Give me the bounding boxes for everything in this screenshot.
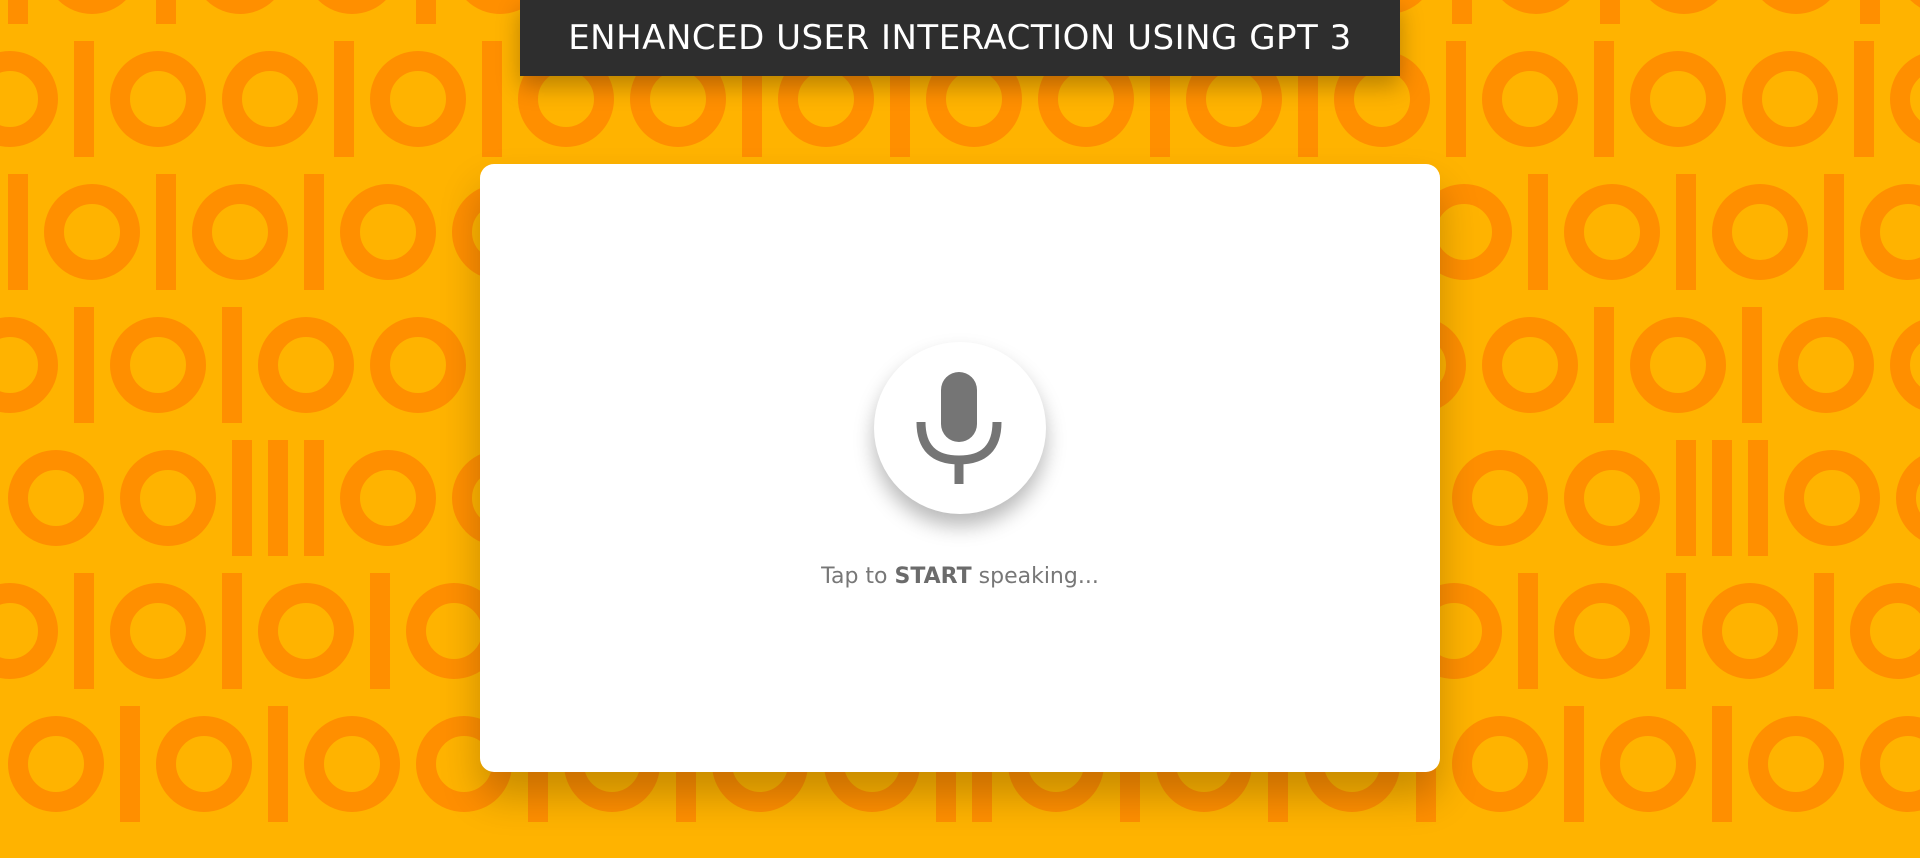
pattern-digit-zero xyxy=(110,583,206,679)
pattern-digit-zero xyxy=(1600,716,1696,812)
pattern-digit-zero xyxy=(120,450,216,546)
pattern-digit-one xyxy=(370,573,390,689)
pattern-digit-zero xyxy=(1452,716,1548,812)
pattern-digit-zero xyxy=(1910,0,1920,8)
pattern-digit-one xyxy=(1600,0,1620,24)
pattern-digit-one xyxy=(1854,41,1874,157)
prompt-suffix: speaking... xyxy=(978,564,1099,589)
pattern-digit-zero xyxy=(1650,0,1718,14)
pattern-digit-zero xyxy=(1564,184,1660,280)
pattern-digit-one xyxy=(334,41,354,157)
pattern-digit-one xyxy=(1860,0,1880,24)
pattern-digit-zero xyxy=(110,317,206,413)
pattern-digit-one xyxy=(1676,174,1696,290)
pattern-digit-zero xyxy=(318,0,386,14)
pattern-digit-zero xyxy=(0,51,58,147)
page-title: ENHANCED USER INTERACTION USING GPT 3 xyxy=(568,18,1352,58)
pattern-digit-zero xyxy=(8,450,104,546)
pattern-digit-one xyxy=(8,174,28,290)
speech-card: Tap to START speaking... xyxy=(480,164,1440,772)
pattern-digit-zero xyxy=(1890,320,1920,410)
pattern-digit-one xyxy=(1748,440,1768,556)
pattern-digit-zero xyxy=(1630,51,1726,147)
pattern-digit-one xyxy=(222,307,242,423)
pattern-digit-one xyxy=(1712,440,1732,556)
pattern-digit-zero xyxy=(110,51,206,147)
pattern-digit-one xyxy=(268,440,288,556)
pattern-digit-zero xyxy=(0,583,58,679)
pattern-digit-one xyxy=(1446,41,1466,157)
pattern-digit-one xyxy=(1594,307,1614,423)
pattern-digit-one xyxy=(1712,706,1732,822)
microphone-button[interactable] xyxy=(874,342,1046,514)
pattern-digit-one xyxy=(304,174,324,290)
pattern-digit-one xyxy=(8,0,28,24)
pattern-digit-zero xyxy=(192,184,288,280)
pattern-digit-zero xyxy=(1784,450,1880,546)
pattern-digit-one xyxy=(74,307,94,423)
pattern-digit-one xyxy=(482,41,502,157)
pattern-digit-one xyxy=(1666,573,1686,689)
pattern-digit-zero xyxy=(8,716,104,812)
pattern-digit-zero xyxy=(1702,583,1798,679)
pattern-digit-zero xyxy=(304,716,400,812)
pattern-digit-one xyxy=(1676,440,1696,556)
pattern-digit-zero xyxy=(1712,184,1808,280)
pattern-digit-zero xyxy=(258,583,354,679)
pattern-digit-one xyxy=(120,706,140,822)
pattern-digit-zero xyxy=(156,716,252,812)
pattern-digit-one xyxy=(156,0,176,24)
pattern-digit-one xyxy=(304,440,324,556)
prompt-action: START xyxy=(894,564,972,589)
speech-prompt: Tap to START speaking... xyxy=(480,564,1440,589)
pattern-digit-zero xyxy=(1850,583,1920,679)
pattern-digit-zero xyxy=(0,317,58,413)
pattern-digit-one xyxy=(74,41,94,157)
pattern-digit-one xyxy=(1824,174,1844,290)
pattern-digit-zero xyxy=(44,184,140,280)
pattern-digit-zero xyxy=(1554,583,1650,679)
pattern-digit-zero xyxy=(370,51,466,147)
pattern-digit-zero xyxy=(370,317,466,413)
pattern-digit-zero xyxy=(1630,317,1726,413)
pattern-digit-one xyxy=(222,573,242,689)
pattern-digit-zero xyxy=(1748,716,1844,812)
pattern-digit-zero xyxy=(1502,0,1570,14)
pattern-digit-zero xyxy=(1762,0,1830,14)
pattern-digit-one xyxy=(1814,573,1834,689)
pattern-digit-one xyxy=(1564,706,1584,822)
pattern-digit-zero xyxy=(1482,317,1578,413)
microphone-icon xyxy=(916,372,1002,484)
pattern-digit-zero xyxy=(340,184,436,280)
pattern-digit-zero xyxy=(340,450,436,546)
header-bar: ENHANCED USER INTERACTION USING GPT 3 xyxy=(520,0,1400,76)
pattern-digit-one xyxy=(1594,41,1614,157)
pattern-digit-one xyxy=(268,706,288,822)
pattern-digit-one xyxy=(1452,0,1472,24)
pattern-digit-zero xyxy=(1564,450,1660,546)
pattern-digit-zero xyxy=(1778,317,1874,413)
pattern-digit-one xyxy=(1518,573,1538,689)
pattern-digit-zero xyxy=(1860,184,1920,280)
pattern-digit-zero xyxy=(206,0,274,14)
pattern-digit-zero xyxy=(222,51,318,147)
pattern-digit-one xyxy=(416,0,436,24)
pattern-digit-one xyxy=(1528,174,1548,290)
pattern-digit-one xyxy=(74,573,94,689)
pattern-digit-zero xyxy=(1482,51,1578,147)
pattern-digit-zero xyxy=(58,0,126,14)
pattern-digit-one xyxy=(232,440,252,556)
pattern-digit-zero xyxy=(1742,51,1838,147)
prompt-prefix: Tap to xyxy=(821,564,888,589)
pattern-digit-zero xyxy=(1896,456,1920,540)
pattern-digit-zero xyxy=(1452,450,1548,546)
pattern-digit-one xyxy=(1742,307,1762,423)
pattern-digit-one xyxy=(156,174,176,290)
pattern-digit-zero xyxy=(258,317,354,413)
pattern-digit-zero xyxy=(1890,54,1920,144)
pattern-digit-zero xyxy=(1860,716,1920,812)
